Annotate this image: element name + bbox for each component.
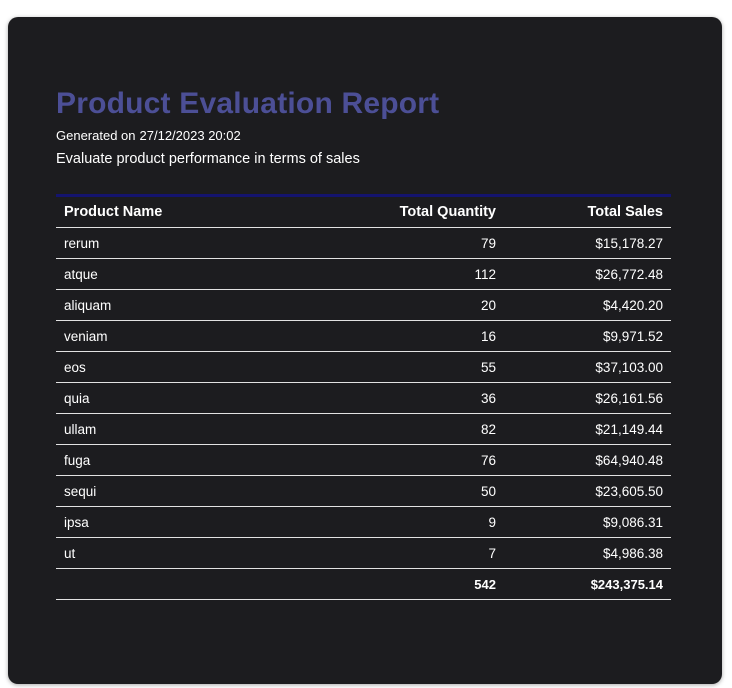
report-description: Evaluate product performance in terms of… — [56, 151, 360, 167]
product-name-cell: veniam — [56, 320, 272, 352]
generated-timestamp: Generated on 27/12/2023 20:02 — [56, 128, 241, 143]
product-name-cell: ullam — [56, 413, 272, 445]
table-row: rerum 79 $15,178.27 — [56, 227, 671, 259]
sales-table: Product Name Total Quantity Total Sales … — [56, 194, 671, 600]
table-total-row: 542 $243,375.14 — [56, 568, 671, 600]
total-label-cell — [56, 568, 272, 600]
sales-table-container: Product Name Total Quantity Total Sales … — [56, 194, 671, 600]
generated-date: 27/12/2023 20:02 — [139, 128, 241, 143]
table-row: veniam 16 $9,971.52 — [56, 320, 671, 352]
table-header-row: Product Name Total Quantity Total Sales — [56, 195, 671, 228]
table-row: aliquam 20 $4,420.20 — [56, 289, 671, 321]
column-header-product-name: Product Name — [56, 195, 272, 228]
sales-cell: $64,940.48 — [504, 444, 671, 476]
table-row: ut 7 $4,986.38 — [56, 537, 671, 569]
quantity-cell: 76 — [272, 444, 504, 476]
generated-label: Generated on — [56, 128, 136, 143]
product-name-cell: aliquam — [56, 289, 272, 321]
report-card: Product Evaluation Report Generated on 27… — [8, 17, 722, 684]
sales-cell: $9,086.31 — [504, 506, 671, 538]
quantity-cell: 16 — [272, 320, 504, 352]
product-name-cell: fuga — [56, 444, 272, 476]
sales-cell: $4,420.20 — [504, 289, 671, 321]
sales-cell: $23,605.50 — [504, 475, 671, 507]
quantity-cell: 50 — [272, 475, 504, 507]
table-row: fuga 76 $64,940.48 — [56, 444, 671, 476]
table-row: eos 55 $37,103.00 — [56, 351, 671, 383]
column-header-total-sales: Total Sales — [504, 195, 671, 228]
page-title: Product Evaluation Report — [56, 87, 440, 120]
table-row: ullam 82 $21,149.44 — [56, 413, 671, 445]
sales-cell: $9,971.52 — [504, 320, 671, 352]
column-header-total-quantity: Total Quantity — [272, 195, 504, 228]
quantity-cell: 9 — [272, 506, 504, 538]
product-name-cell: sequi — [56, 475, 272, 507]
total-quantity-cell: 542 — [272, 568, 504, 600]
sales-cell: $26,772.48 — [504, 258, 671, 290]
quantity-cell: 7 — [272, 537, 504, 569]
total-sales-cell: $243,375.14 — [504, 568, 671, 600]
table-row: ipsa 9 $9,086.31 — [56, 506, 671, 538]
product-name-cell: quia — [56, 382, 272, 414]
product-name-cell: atque — [56, 258, 272, 290]
sales-cell: $26,161.56 — [504, 382, 671, 414]
quantity-cell: 79 — [272, 227, 504, 259]
sales-cell: $37,103.00 — [504, 351, 671, 383]
table-row: atque 112 $26,772.48 — [56, 258, 671, 290]
product-name-cell: ipsa — [56, 506, 272, 538]
quantity-cell: 82 — [272, 413, 504, 445]
product-name-cell: ut — [56, 537, 272, 569]
quantity-cell: 20 — [272, 289, 504, 321]
product-name-cell: eos — [56, 351, 272, 383]
sales-cell: $15,178.27 — [504, 227, 671, 259]
table-row: quia 36 $26,161.56 — [56, 382, 671, 414]
quantity-cell: 55 — [272, 351, 504, 383]
quantity-cell: 36 — [272, 382, 504, 414]
sales-cell: $4,986.38 — [504, 537, 671, 569]
table-row: sequi 50 $23,605.50 — [56, 475, 671, 507]
product-name-cell: rerum — [56, 227, 272, 259]
quantity-cell: 112 — [272, 258, 504, 290]
sales-cell: $21,149.44 — [504, 413, 671, 445]
